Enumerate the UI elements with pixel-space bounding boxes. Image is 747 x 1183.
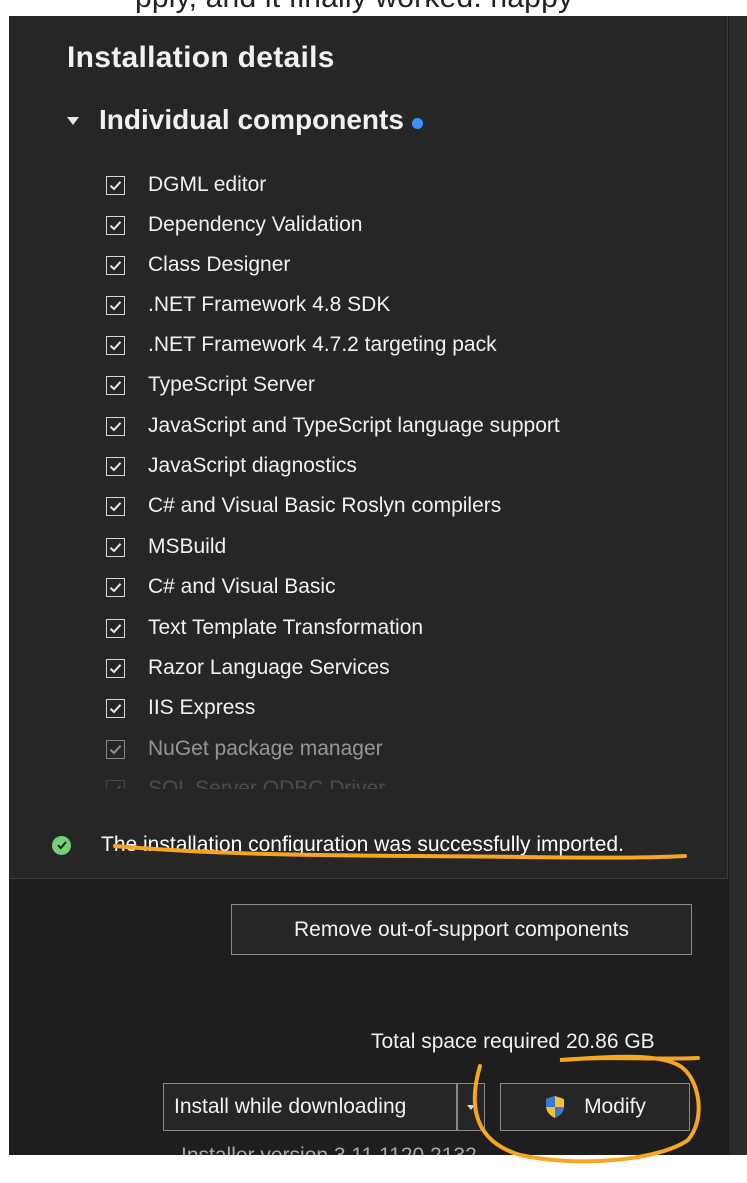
checkmark-icon[interactable]: [106, 618, 125, 638]
left-margin: [0, 16, 9, 1183]
component-item[interactable]: JavaScript and TypeScript language suppo…: [106, 411, 560, 441]
checkmark-icon[interactable]: [106, 456, 125, 476]
total-space-label: Total space required 20.86 GB: [371, 1030, 655, 1053]
component-item[interactable]: .NET Framework 4.7.2 targeting pack: [106, 330, 497, 360]
success-check-icon: [52, 835, 71, 855]
component-item[interactable]: TypeScript Server: [106, 370, 315, 400]
install-mode-select[interactable]: Install while downloading: [163, 1083, 457, 1131]
remove-out-of-support-button[interactable]: Remove out-of-support components: [231, 904, 692, 955]
component-label: Razor Language Services: [148, 656, 390, 679]
status-message: The installation configuration was succe…: [52, 833, 624, 857]
component-label: JavaScript and TypeScript language suppo…: [148, 414, 560, 437]
top-caption: pply, and it finally worked. happy: [135, 0, 573, 15]
component-item[interactable]: Text Template Transformation: [106, 613, 423, 643]
checkmark-icon[interactable]: [106, 658, 125, 678]
checkmark-icon[interactable]: [106, 739, 125, 759]
bottom-margin: [0, 1155, 747, 1183]
install-mode-dropdown-button[interactable]: [457, 1083, 485, 1131]
checkmark-icon[interactable]: [106, 375, 125, 395]
component-label: C# and Visual Basic: [148, 575, 336, 598]
checkmark-icon[interactable]: [106, 175, 125, 195]
uac-shield-icon: [544, 1095, 566, 1119]
component-label: Class Designer: [148, 253, 291, 276]
component-item[interactable]: Razor Language Services: [106, 653, 390, 683]
caret-down-icon[interactable]: [67, 117, 79, 125]
component-item[interactable]: SQL Server ODBC Driver: [106, 774, 385, 789]
component-label: IIS Express: [148, 696, 256, 719]
caption-strip: pply, and it finally worked. happy: [0, 0, 747, 16]
checkmark-icon[interactable]: [106, 698, 125, 718]
chevron-down-icon: [467, 1104, 475, 1110]
checkmark-icon[interactable]: [106, 496, 125, 516]
modified-indicator-dot: [411, 117, 423, 129]
component-item[interactable]: C# and Visual Basic: [106, 572, 336, 602]
component-item[interactable]: MSBuild: [106, 532, 226, 562]
component-label: .NET Framework 4.8 SDK: [148, 293, 391, 316]
modify-label: Modify: [584, 1095, 646, 1118]
checkmark-icon[interactable]: [106, 295, 125, 315]
checkmark-icon[interactable]: [106, 779, 125, 789]
installer-version: Installer version 3.11.1120.2132: [181, 1144, 477, 1155]
panel-title: Installation details: [67, 41, 335, 74]
installation-details-panel: Installation details Individual componen…: [9, 16, 728, 879]
modify-button[interactable]: Modify: [500, 1083, 690, 1131]
component-item[interactable]: DGML editor: [106, 170, 266, 200]
component-item[interactable]: IIS Express: [106, 693, 255, 723]
checkmark-icon[interactable]: [106, 416, 125, 436]
component-item[interactable]: NuGet package manager: [106, 734, 383, 764]
component-label: Text Template Transformation: [148, 616, 424, 639]
status-text: The installation configuration was succe…: [101, 833, 624, 856]
component-list[interactable]: DGML editor Dependency Validation Class De…: [106, 149, 706, 789]
component-label: .NET Framework 4.7.2 targeting pack: [148, 333, 497, 356]
component-label: SQL Server ODBC Driver: [148, 777, 386, 789]
component-item[interactable]: Class Designer: [106, 250, 290, 280]
checkmark-icon[interactable]: [106, 537, 125, 557]
right-edge: [729, 16, 747, 1155]
checkmark-icon[interactable]: [106, 577, 125, 597]
component-label: DGML editor: [148, 173, 267, 196]
component-label: C# and Visual Basic Roslyn compilers: [148, 494, 502, 517]
component-label: JavaScript diagnostics: [148, 454, 357, 477]
component-label: Dependency Validation: [148, 213, 363, 236]
checkmark-icon[interactable]: [106, 335, 125, 355]
component-label: TypeScript Server: [148, 373, 315, 396]
section-label: Individual components: [99, 104, 404, 135]
component-label: NuGet package manager: [148, 737, 383, 760]
installer-version-strip: Installer version 3.11.1120.2132: [0, 1140, 747, 1155]
section-individual-components[interactable]: Individual components: [67, 104, 423, 136]
component-item[interactable]: C# and Visual Basic Roslyn compilers: [106, 491, 501, 521]
checkmark-icon[interactable]: [106, 255, 125, 275]
component-item[interactable]: JavaScript diagnostics: [106, 451, 357, 481]
component-item[interactable]: .NET Framework 4.8 SDK: [106, 290, 390, 320]
checkmark-icon[interactable]: [106, 215, 125, 235]
component-label: MSBuild: [148, 535, 227, 558]
component-item[interactable]: Dependency Validation: [106, 210, 362, 240]
